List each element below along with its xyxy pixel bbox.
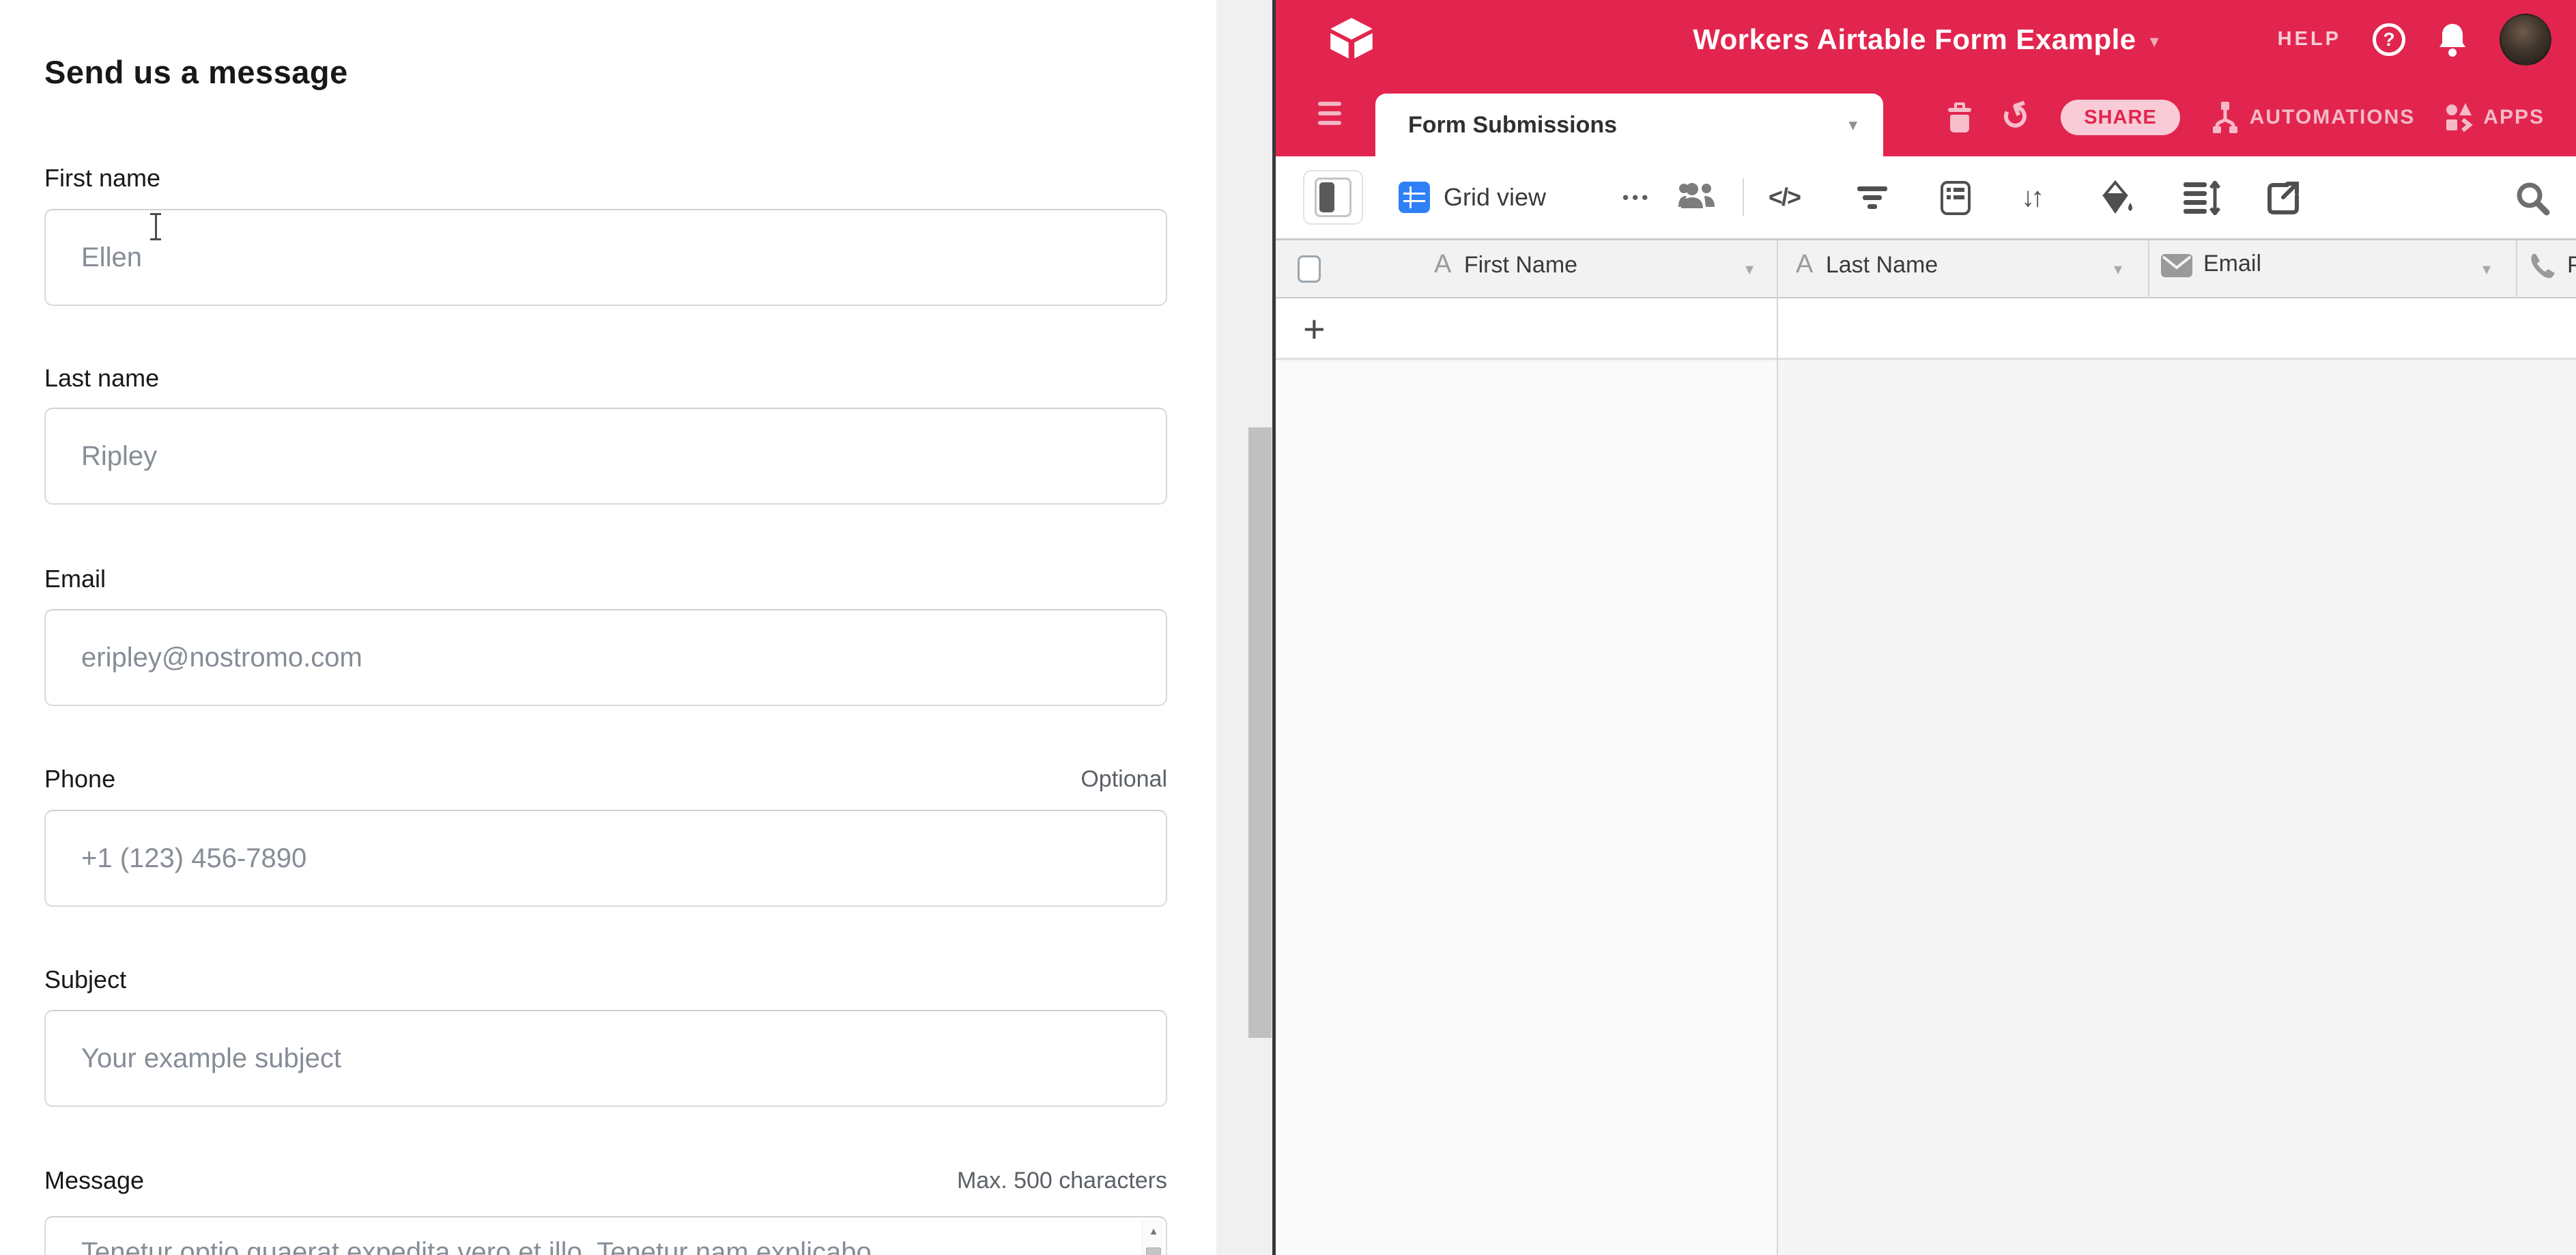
color-icon[interactable]	[2100, 180, 2136, 218]
toolbar-divider	[1743, 178, 1744, 216]
airtable-window: Workers Airtable Form Example ▾ HELP ? F…	[1276, 0, 2576, 1255]
email-input[interactable]: eripley@nostromo.com	[44, 609, 1167, 706]
message-max-note: Max. 500 characters	[957, 1168, 1167, 1194]
subject-input[interactable]: Your example subject	[44, 1010, 1167, 1107]
column-first-name[interactable]: A First Name	[1434, 250, 1577, 279]
apps-button[interactable]: APPS	[2445, 102, 2545, 133]
sort-icon[interactable]: ↓↑	[2021, 156, 2040, 238]
view-name[interactable]: Grid view	[1444, 156, 1546, 238]
form-title: Send us a message	[44, 53, 348, 91]
first-name-input[interactable]: Ellen	[44, 209, 1167, 306]
tabrow-right-cluster: ↺ SHARE AUTOMATIONS	[1948, 79, 2545, 156]
airtable-topbar: Workers Airtable Form Example ▾ HELP ?	[1276, 0, 2576, 79]
last-name-input[interactable]: Ripley	[44, 408, 1167, 505]
view-options-ellipsis-icon[interactable]: •••	[1622, 156, 1651, 238]
topbar-right-cluster: HELP ?	[2278, 0, 2551, 79]
textarea-scrollbar[interactable]: ▲	[1142, 1220, 1164, 1255]
grid-header-row: A First Name ▾ A Last Name ▾ Email ▾	[1276, 240, 2576, 298]
last-name-label: Last name	[44, 364, 159, 393]
message-textarea[interactable]: Tenetur optio quaerat expedita vero et i…	[44, 1216, 1167, 1255]
column-label: P	[2567, 252, 2576, 279]
first-name-label: First name	[44, 164, 160, 193]
collaborators-icon[interactable]	[1677, 156, 1718, 238]
textarea-scroll-thumb[interactable]	[1146, 1247, 1161, 1255]
help-button[interactable]: HELP	[2278, 28, 2341, 51]
subject-label: Subject	[44, 965, 126, 994]
column-phone[interactable]: P	[2529, 250, 2576, 280]
hide-fields-icon[interactable]: </>	[1769, 156, 1800, 238]
text-cursor-icon	[147, 213, 164, 240]
tab-form-submissions[interactable]: Form Submissions ▾	[1375, 94, 1883, 156]
apps-icon	[2445, 102, 2474, 133]
trash-icon[interactable]	[1948, 102, 1971, 132]
tab-caret-icon[interactable]: ▾	[1848, 94, 1857, 156]
text-field-type-icon: A	[1434, 250, 1451, 279]
group-icon[interactable]	[1941, 181, 1971, 215]
sidebar-panel-icon	[1315, 178, 1351, 217]
grid-view-icon[interactable]	[1399, 156, 1430, 238]
base-title: Workers Airtable Form Example	[1693, 23, 2136, 56]
email-label: Email	[44, 565, 106, 593]
history-icon[interactable]: ↺	[1996, 96, 2036, 139]
scroll-up-arrow-icon[interactable]: ▲	[1143, 1226, 1164, 1237]
row-height-icon[interactable]	[2184, 181, 2220, 215]
notifications-bell-icon[interactable]	[2437, 23, 2468, 57]
table-tab-row: Form Submissions ▾ ↺ SHARE AUTOMATIONS	[1276, 79, 2576, 156]
automations-icon	[2210, 100, 2240, 135]
share-view-icon[interactable]	[2267, 181, 2301, 215]
automations-label: AUTOMATIONS	[2250, 106, 2416, 129]
page-scroll-thumb[interactable]	[1248, 427, 1272, 1038]
view-sidebar-toggle-button[interactable]	[1303, 170, 1363, 225]
tab-label: Form Submissions	[1408, 94, 1617, 156]
help-question-icon[interactable]: ?	[2373, 23, 2405, 56]
column-caret-icon[interactable]: ▾	[1745, 259, 1754, 279]
frozen-column-divider	[1777, 240, 1778, 1255]
phone-input[interactable]: +1 (123) 456-7890	[44, 810, 1167, 907]
share-button[interactable]: SHARE	[2061, 100, 2180, 135]
grid-body	[1778, 362, 2576, 1255]
text-field-type-icon: A	[1796, 250, 1813, 279]
column-email[interactable]: Email	[2161, 250, 2261, 277]
phone-field-type-icon	[2529, 253, 2556, 280]
column-label: Last Name	[1826, 252, 1938, 278]
column-caret-icon[interactable]: ▾	[2482, 259, 2491, 279]
column-label: First Name	[1464, 252, 1577, 278]
screen: Send us a message First name Ellen Last …	[0, 0, 2576, 1255]
message-label: Message	[44, 1166, 144, 1195]
user-avatar[interactable]	[2500, 14, 2551, 66]
phone-optional-note: Optional	[1081, 766, 1167, 793]
filter-icon[interactable]	[1857, 186, 1887, 213]
page-scrollbar[interactable]	[1216, 0, 1272, 1255]
select-all-checkbox[interactable]	[1298, 255, 1321, 283]
add-record-row[interactable]: +	[1276, 298, 2576, 360]
view-toolbar: Grid view ••• </> ↓↑	[1276, 156, 2576, 240]
automations-button[interactable]: AUTOMATIONS	[2210, 100, 2416, 135]
email-field-type-icon	[2161, 254, 2192, 277]
apps-label: APPS	[2483, 106, 2545, 129]
add-record-plus-icon[interactable]: +	[1303, 298, 1326, 358]
contact-form-pane: Send us a message First name Ellen Last …	[0, 0, 1216, 1255]
base-title-caret-icon: ▾	[2150, 27, 2159, 52]
search-icon[interactable]	[2515, 181, 2551, 216]
column-last-name[interactable]: A Last Name	[1796, 250, 1938, 279]
phone-label: Phone	[44, 765, 115, 793]
sidebar-menu-icon[interactable]	[1318, 102, 1341, 130]
message-text: Tenetur optio quaerat expedita vero et i…	[81, 1235, 1105, 1255]
column-caret-icon[interactable]: ▾	[2114, 259, 2122, 279]
grid-body-frozen	[1276, 362, 1777, 1255]
column-label: Email	[2203, 251, 2261, 277]
